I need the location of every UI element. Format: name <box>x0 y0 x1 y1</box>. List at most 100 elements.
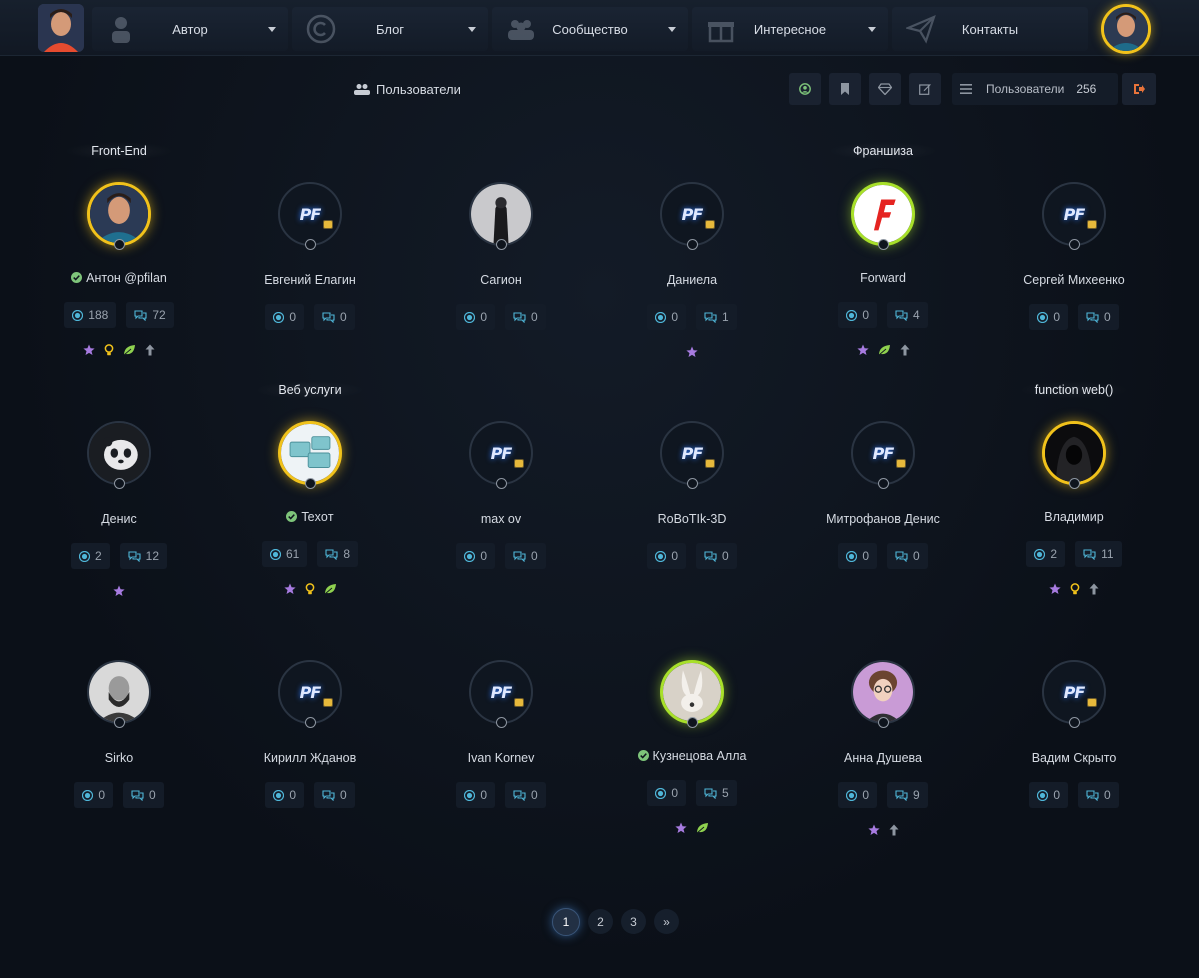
user-name[interactable]: Сагион <box>406 273 596 287</box>
comments-count: 0 <box>1104 788 1111 802</box>
offline-status-icon <box>114 239 125 250</box>
user-name[interactable]: Денис <box>24 512 214 526</box>
comments-stat: 0 <box>505 543 546 569</box>
user-name[interactable]: Евгений Елагин <box>215 273 405 287</box>
nav-item-contacts[interactable]: Контакты <box>892 7 1088 51</box>
user-name[interactable]: Texoт <box>215 510 405 524</box>
man-portrait-icon <box>1104 7 1148 51</box>
comments-stat: 0 <box>314 304 355 330</box>
user-card[interactable]: Денис 2 12 <box>24 377 214 607</box>
user-name[interactable]: Кузнецова Алла <box>597 749 787 763</box>
nav-item-interesting[interactable]: Интересное <box>692 7 888 51</box>
offline-status-icon <box>878 717 889 728</box>
user-avatar[interactable]: PF <box>469 421 533 485</box>
badge-mini-icon <box>705 459 715 468</box>
user-avatar[interactable] <box>851 182 915 246</box>
user-card[interactable]: PF Евгений Елагин 0 0 <box>215 138 405 368</box>
user-name[interactable]: Кирилл Жданов <box>215 751 405 765</box>
user-card[interactable]: Веб услуги Texoт 61 8 <box>215 377 405 607</box>
user-avatar[interactable] <box>469 182 533 246</box>
nav-item-community[interactable]: Сообщество <box>492 7 688 51</box>
comments-icon <box>1083 548 1096 560</box>
nav-item-blog[interactable]: Блог <box>292 7 488 51</box>
user-avatar[interactable]: PF <box>1042 182 1106 246</box>
sign-out-icon <box>1134 84 1145 94</box>
user-card[interactable]: PF RoBoTIk-3D 0 0 <box>597 377 787 607</box>
user-avatar[interactable]: PF <box>660 182 724 246</box>
user-avatar[interactable]: PF <box>278 182 342 246</box>
verified-check-icon <box>637 749 649 763</box>
next-page-button[interactable]: » <box>654 909 679 934</box>
pf-logo-icon: PF <box>872 443 895 463</box>
user-card[interactable]: Front-End Антон @pfilan 188 72 <box>24 138 214 368</box>
user-card[interactable]: function web() Владимир 2 11 <box>979 377 1169 607</box>
user-avatar[interactable] <box>278 421 342 485</box>
user-avatar[interactable] <box>87 421 151 485</box>
user-name[interactable]: Даниела <box>597 273 787 287</box>
comments-icon <box>513 550 526 562</box>
edit-button[interactable] <box>909 73 941 105</box>
user-name[interactable]: Анна Душева <box>788 751 978 765</box>
user-card[interactable]: Кузнецова Алла 0 5 <box>597 616 787 846</box>
user-name-text: Forward <box>860 271 906 285</box>
page-3-button[interactable]: 3 <box>621 909 646 934</box>
badge-mini-icon <box>323 220 333 229</box>
user-name[interactable]: Вадим Скрыто <box>979 751 1169 765</box>
user-name[interactable]: RoBoTIk-3D <box>597 512 787 526</box>
user-avatar[interactable]: PF <box>851 421 915 485</box>
user-avatar[interactable]: PF <box>1042 660 1106 724</box>
user-card[interactable]: Анна Душева 0 9 <box>788 616 978 846</box>
user-card[interactable]: PF Кирилл Жданов 0 0 <box>215 616 405 846</box>
eye-icon <box>273 311 285 323</box>
logout-button[interactable] <box>1122 73 1156 105</box>
user-name[interactable]: Антон @pfilan <box>24 271 214 285</box>
user-name-text: Texoт <box>301 510 334 524</box>
user-name[interactable]: Ivan Kornev <box>406 751 596 765</box>
pf-logo-icon: PF <box>1063 682 1086 702</box>
user-card[interactable]: PF max ov 0 0 <box>406 377 596 607</box>
views-stat: 0 <box>1029 782 1068 808</box>
user-card[interactable]: PF Вадим Скрыто 0 0 <box>979 616 1169 846</box>
views-count: 0 <box>671 310 678 324</box>
user-name[interactable]: Сергей Михеенко <box>979 273 1169 287</box>
user-avatar[interactable] <box>87 660 151 724</box>
user-avatar[interactable]: PF <box>469 660 533 724</box>
user-badges <box>24 585 214 599</box>
current-user-avatar[interactable] <box>1101 4 1151 54</box>
user-card[interactable]: PF Сергей Михеенко 0 0 <box>979 138 1169 368</box>
user-card[interactable]: PF Митрофанов Денис 0 0 <box>788 377 978 607</box>
views-count: 0 <box>98 788 105 802</box>
views-count: 0 <box>480 310 487 324</box>
page-2-button[interactable]: 2 <box>588 909 613 934</box>
user-card[interactable]: Sirko 0 0 <box>24 616 214 846</box>
user-avatar[interactable] <box>87 182 151 246</box>
paper-plane-icon <box>906 15 936 44</box>
star-icon <box>283 583 296 594</box>
users-icon <box>354 84 370 95</box>
user-name[interactable]: Sirko <box>24 751 214 765</box>
nav-item-author[interactable]: Автор <box>92 7 288 51</box>
user-avatar[interactable]: PF <box>278 660 342 724</box>
user-name[interactable]: max ov <box>406 512 596 526</box>
user-avatar[interactable] <box>851 660 915 724</box>
views-stat: 2 <box>1026 541 1066 567</box>
profile-button[interactable] <box>789 73 821 105</box>
premium-button[interactable] <box>869 73 901 105</box>
user-name[interactable]: Владимир <box>979 510 1169 524</box>
badge-mini-icon <box>1087 220 1097 229</box>
user-name[interactable]: Forward <box>788 271 978 285</box>
views-count: 61 <box>285 547 300 561</box>
page-1-button[interactable]: 1 <box>552 908 580 936</box>
offline-status-icon <box>305 239 316 250</box>
user-card[interactable]: PF Даниела 0 1 <box>597 138 787 368</box>
user-avatar[interactable] <box>1042 421 1106 485</box>
user-avatar[interactable]: PF <box>660 421 724 485</box>
user-name[interactable]: Митрофанов Денис <box>788 512 978 526</box>
user-stats: 00 <box>979 782 1169 808</box>
user-card[interactable]: Сагион 0 0 <box>406 138 596 368</box>
bookmarks-button[interactable] <box>829 73 861 105</box>
site-logo-avatar[interactable] <box>38 4 84 52</box>
user-avatar[interactable] <box>660 660 724 724</box>
user-card[interactable]: Франшиза Forward 0 4 <box>788 138 978 368</box>
user-card[interactable]: PF Ivan Kornev 0 0 <box>406 616 596 846</box>
